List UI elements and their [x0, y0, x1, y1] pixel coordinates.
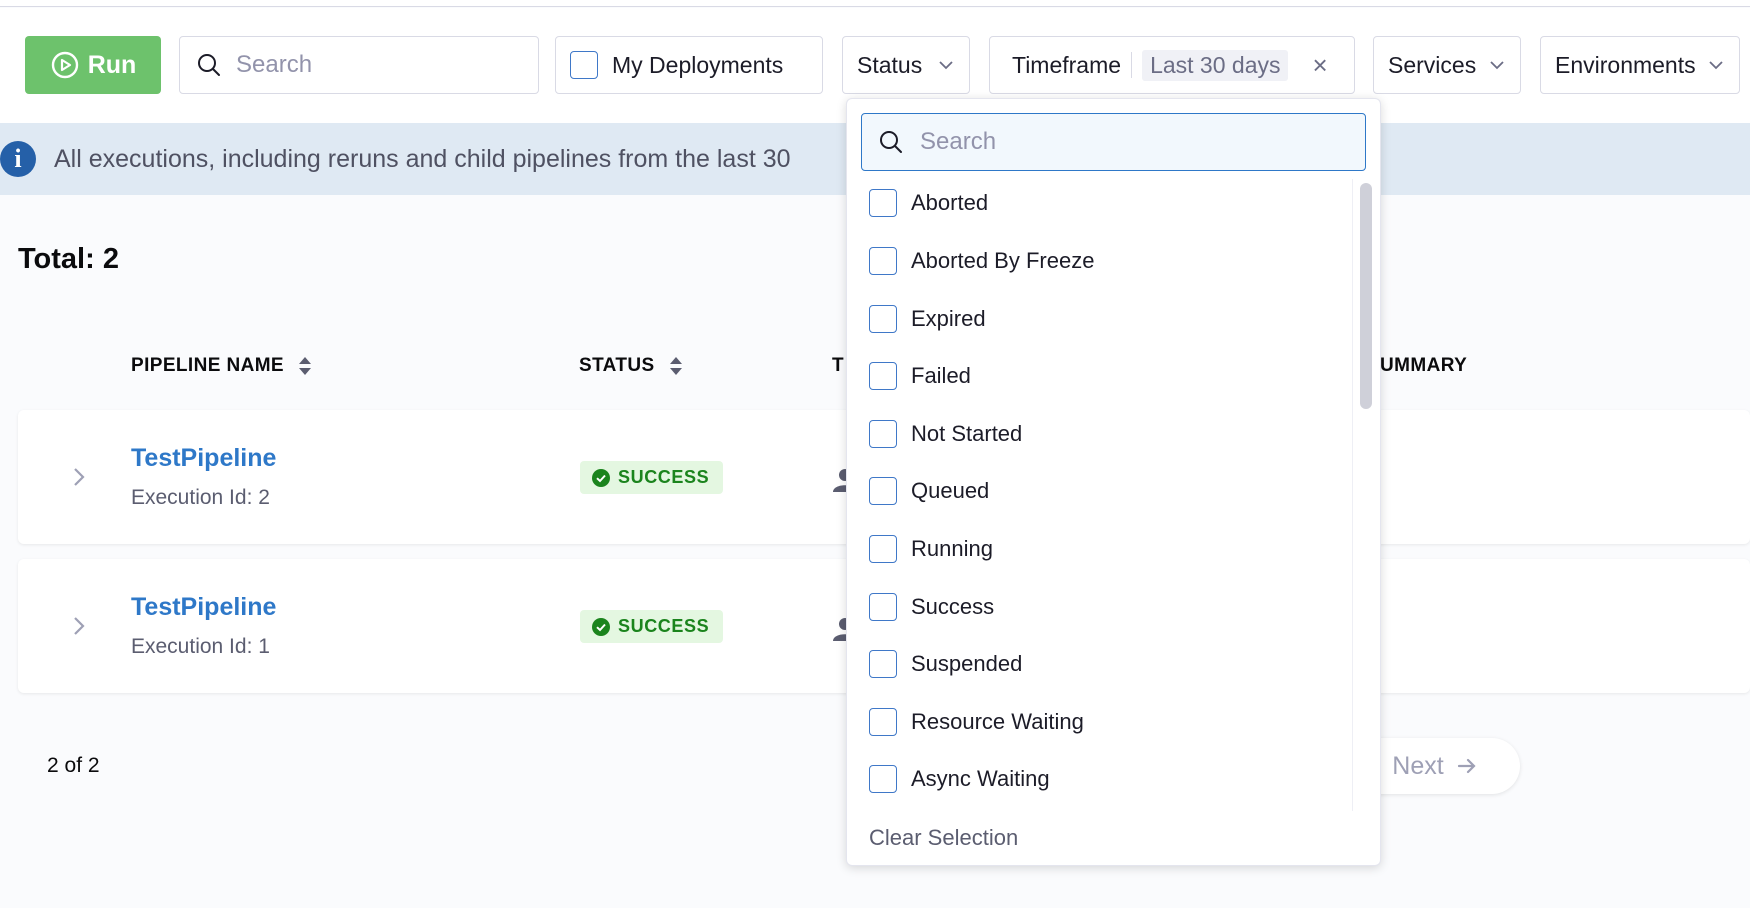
- my-deployments-label: My Deployments: [612, 51, 784, 78]
- run-button[interactable]: Run: [25, 36, 161, 94]
- status-option-label: Failed: [911, 363, 971, 388]
- search-icon: [198, 54, 220, 76]
- status-filter[interactable]: Status: [842, 36, 970, 94]
- run-button-label: Run: [87, 50, 137, 79]
- status-option-label: Suspended: [911, 651, 1023, 676]
- status-option[interactable]: Expired: [869, 305, 986, 333]
- status-dropdown: Aborted Aborted By Freeze Expired Failed…: [846, 98, 1381, 866]
- check-circle-icon: [592, 468, 610, 487]
- execution-id: Execution Id: 1: [131, 635, 270, 658]
- status-option-label: Success: [911, 594, 995, 619]
- column-header-summary[interactable]: UMMARY: [1380, 355, 1467, 377]
- status-option[interactable]: Suspended: [869, 650, 1022, 678]
- total-count: Total: 2: [18, 243, 119, 275]
- timeframe-filter[interactable]: Timeframe Last 30 days ×: [989, 36, 1355, 94]
- info-banner-text: All executions, including reruns and chi…: [54, 144, 791, 173]
- environments-filter-label: Environments: [1555, 51, 1696, 78]
- status-option[interactable]: Queued: [869, 477, 989, 505]
- column-header-trigger[interactable]: T: [832, 355, 844, 377]
- status-badge: SUCCESS: [580, 610, 724, 643]
- chevron-down-icon: [1709, 61, 1723, 70]
- services-filter[interactable]: Services: [1373, 36, 1521, 94]
- status-option-list: Aborted Aborted By Freeze Expired Failed…: [847, 179, 1352, 811]
- sort-icon: [669, 357, 682, 375]
- status-option-checkbox[interactable]: [869, 420, 897, 448]
- status-option-label: Queued: [911, 478, 990, 503]
- pipeline-name-link[interactable]: TestPipeline: [131, 444, 276, 473]
- timeframe-label: Timeframe: [1012, 51, 1122, 78]
- chevron-right-icon[interactable]: [68, 615, 90, 637]
- chevron-down-icon: [1490, 61, 1504, 70]
- status-option-checkbox[interactable]: [869, 650, 897, 678]
- timeframe-value: Last 30 days: [1142, 49, 1289, 81]
- arrow-right-icon: [1457, 758, 1476, 774]
- status-option-checkbox[interactable]: [869, 477, 897, 505]
- column-header-label: UMMARY: [1380, 355, 1468, 376]
- status-option[interactable]: Not Started: [869, 420, 1022, 448]
- status-option-label: Expired: [911, 306, 986, 331]
- status-option-label: Running: [911, 536, 993, 561]
- top-divider: [0, 0, 1750, 7]
- status-search-input[interactable]: [920, 128, 1365, 156]
- status-option-checkbox[interactable]: [869, 708, 897, 736]
- search-icon: [880, 131, 902, 153]
- column-header-pipeline-name[interactable]: PIPELINE NAME: [131, 355, 312, 377]
- next-page-label: Next: [1392, 751, 1444, 780]
- services-filter-label: Services: [1388, 51, 1477, 78]
- execution-id: Execution Id: 2: [131, 486, 270, 509]
- timeframe-clear-icon[interactable]: ×: [1312, 50, 1327, 81]
- status-option-checkbox[interactable]: [869, 362, 897, 390]
- dropdown-scrollbar[interactable]: [1352, 179, 1376, 811]
- column-header-label: T: [832, 355, 845, 376]
- status-option-label: Resource Waiting: [911, 709, 1084, 734]
- status-option[interactable]: Aborted By Freeze: [869, 247, 1094, 275]
- status-option-checkbox[interactable]: [869, 305, 897, 333]
- status-option-label: Async Waiting: [911, 766, 1050, 791]
- status-option[interactable]: Aborted: [869, 189, 988, 217]
- scrollbar-thumb[interactable]: [1360, 183, 1372, 409]
- status-badge: SUCCESS: [580, 461, 724, 494]
- status-search-field[interactable]: [861, 113, 1366, 171]
- check-circle-icon: [592, 617, 610, 636]
- my-deployments-toggle[interactable]: My Deployments: [555, 36, 823, 94]
- status-option[interactable]: Resource Waiting: [869, 708, 1084, 736]
- status-option[interactable]: Failed: [869, 362, 971, 390]
- chevron-down-icon: [939, 61, 953, 70]
- clear-selection-link[interactable]: Clear Selection: [869, 825, 1018, 851]
- status-option-label: Aborted: [911, 190, 989, 215]
- status-option-label: Aborted By Freeze: [911, 248, 1095, 273]
- status-option-checkbox[interactable]: [869, 593, 897, 621]
- environments-filter[interactable]: Environments: [1540, 36, 1740, 94]
- status-option[interactable]: Running: [869, 535, 993, 563]
- status-option-checkbox[interactable]: [869, 247, 897, 275]
- status-option[interactable]: Async Waiting: [869, 765, 1050, 793]
- status-filter-label: Status: [857, 51, 923, 78]
- column-header-status[interactable]: STATUS: [579, 355, 683, 377]
- chevron-right-icon[interactable]: [68, 466, 90, 488]
- column-header-label: PIPELINE NAME: [131, 355, 284, 376]
- pagination-count: 2 of 2: [47, 754, 100, 777]
- column-header-label: STATUS: [579, 355, 655, 376]
- status-badge-label: SUCCESS: [618, 467, 710, 487]
- play-circle-icon: [51, 51, 78, 79]
- status-option-checkbox[interactable]: [869, 535, 897, 563]
- status-badge-label: SUCCESS: [618, 616, 710, 636]
- status-option-label: Not Started: [911, 421, 1023, 446]
- sort-icon: [299, 357, 311, 375]
- pipeline-name-link[interactable]: TestPipeline: [131, 593, 276, 622]
- search-input[interactable]: [236, 51, 538, 79]
- timeframe-separator: [1131, 52, 1133, 78]
- my-deployments-checkbox[interactable]: [570, 51, 598, 79]
- info-icon: i: [0, 141, 36, 177]
- status-option[interactable]: Success: [869, 593, 994, 621]
- status-option-checkbox[interactable]: [869, 189, 897, 217]
- search-field[interactable]: [179, 36, 539, 94]
- status-option-checkbox[interactable]: [869, 765, 897, 793]
